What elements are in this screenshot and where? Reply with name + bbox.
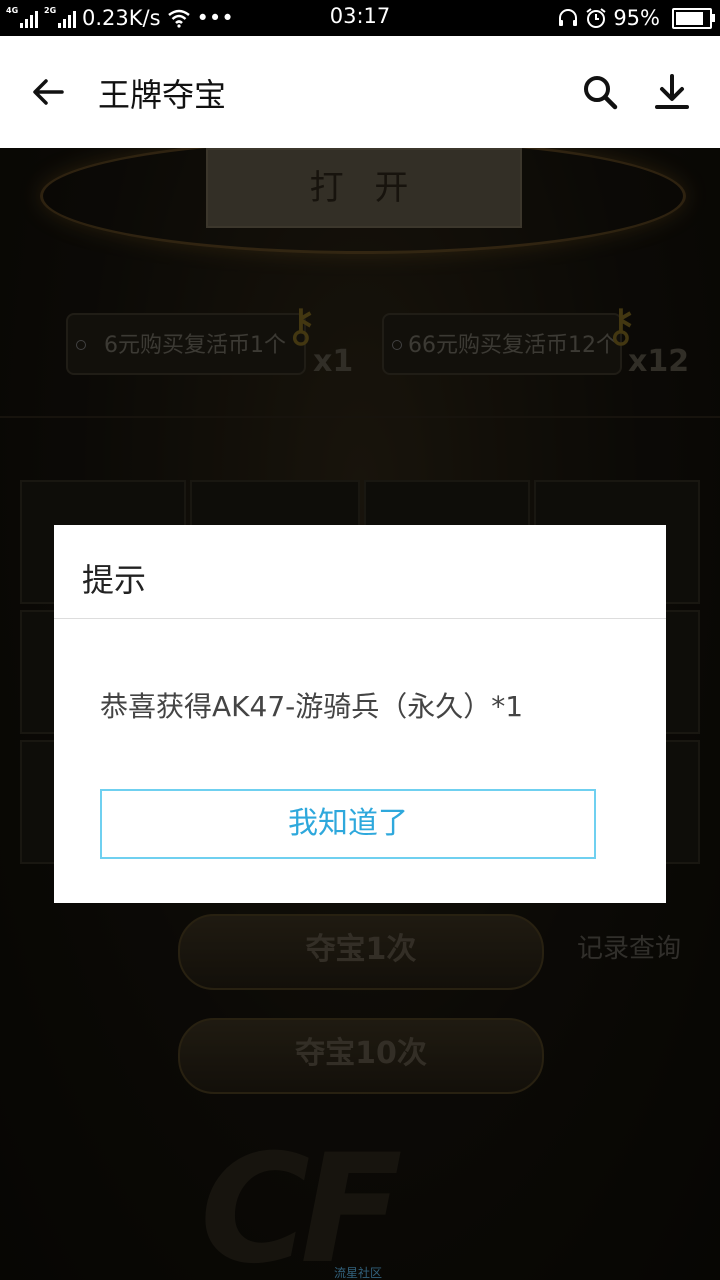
battery-icon: [672, 7, 715, 29]
battery-percent: 95%: [613, 6, 660, 30]
search-icon[interactable]: [580, 72, 620, 112]
dialog-message: 恭喜获得AK47-游骑兵（永久）*1: [100, 690, 524, 723]
dialog-divider: [54, 618, 666, 619]
page-title: 王牌夺宝: [98, 76, 227, 114]
back-arrow-icon[interactable]: [28, 72, 68, 112]
status-bar: 4G 2G 0.23K/s ••• 03:17 95%: [0, 0, 720, 36]
app-bar: 王牌夺宝: [0, 36, 720, 148]
download-icon[interactable]: [652, 72, 692, 112]
confirm-button[interactable]: 我知道了: [100, 789, 596, 859]
alarm-icon: [586, 8, 606, 28]
alert-dialog: 提示 恭喜获得AK47-游骑兵（永久）*1 我知道了: [54, 525, 666, 903]
dialog-title: 提示: [82, 561, 147, 599]
battery-fill: [676, 11, 703, 25]
status-right: 95%: [557, 3, 715, 33]
headset-icon: [559, 9, 578, 26]
